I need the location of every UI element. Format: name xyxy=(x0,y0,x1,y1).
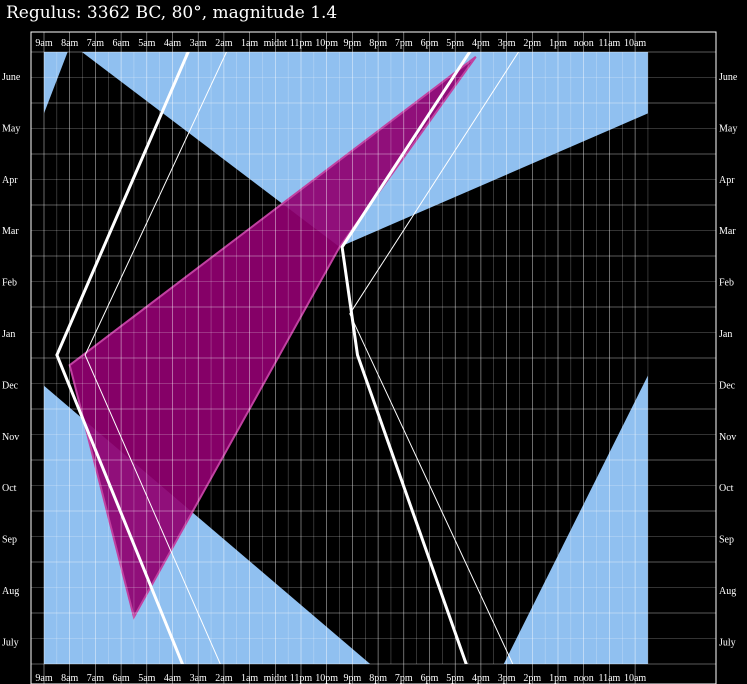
month-label-right: July xyxy=(719,637,736,648)
hour-label-bottom: midnt xyxy=(264,673,288,684)
hour-label-top: 6am xyxy=(112,38,129,49)
month-label-left: July xyxy=(2,637,19,648)
month-label-right: Jan xyxy=(719,329,732,340)
hour-label-top: midnt xyxy=(264,38,288,49)
hour-label-bottom: 9am xyxy=(35,673,52,684)
month-label-left: Jan xyxy=(2,329,15,340)
hour-label-top: 10pm xyxy=(315,38,338,49)
hour-label-top: 2pm xyxy=(523,38,541,49)
hour-label-bottom: 6am xyxy=(112,673,129,684)
hour-label-top: 4am xyxy=(164,38,181,49)
hour-label-bottom: 5am xyxy=(138,673,155,684)
hour-label-top: 7pm xyxy=(395,38,413,49)
hour-label-bottom: noon xyxy=(574,673,594,684)
hour-label-top: 4pm xyxy=(472,38,490,49)
hour-label-bottom: 2pm xyxy=(523,673,541,684)
month-labels-left: June May Apr Mar Feb Jan Dec Nov Oct Sep Aug July xyxy=(2,72,21,648)
month-label-left: Sep xyxy=(2,535,17,546)
hour-label-top: 8pm xyxy=(369,38,387,49)
hour-label-bottom: 1am xyxy=(241,673,258,684)
month-labels-right: June May Apr Mar Feb Jan Dec Nov Oct Sep Aug July xyxy=(719,72,738,648)
month-label-right: Oct xyxy=(719,483,734,494)
month-label-left: Dec xyxy=(2,380,19,391)
month-label-left: Aug xyxy=(2,586,19,597)
month-label-right: Nov xyxy=(719,432,736,443)
hour-label-bottom: 7am xyxy=(87,673,104,684)
hour-label-bottom: 11pm xyxy=(290,673,313,684)
hour-label-top: 11pm xyxy=(290,38,313,49)
hour-label-bottom: 2am xyxy=(215,673,232,684)
hour-label-bottom: 3am xyxy=(190,673,207,684)
hour-label-bottom: 1pm xyxy=(549,673,567,684)
month-label-right: Dec xyxy=(719,380,736,391)
hour-label-top: 9pm xyxy=(344,38,362,49)
hour-labels-top: 9am 8am 7am 6am 5am 4am 3am 2am 1am midnt 11pm 10pm… xyxy=(35,38,646,49)
hour-label-top: 3pm xyxy=(498,38,516,49)
hour-label-top: noon xyxy=(574,38,594,49)
month-label-left: Feb xyxy=(2,278,17,289)
month-label-left: Apr xyxy=(2,175,18,186)
hour-label-bottom: 10pm xyxy=(315,673,338,684)
hour-label-bottom: 7pm xyxy=(395,673,413,684)
hour-labels-bottom: 9am 8am 7am 6am 5am 4am 3am 2am 1am midnt 11pm 10pm… xyxy=(35,673,646,684)
hour-label-top: 6pm xyxy=(421,38,439,49)
month-label-right: Aug xyxy=(719,586,736,597)
hour-label-top: 1am xyxy=(241,38,258,49)
month-label-right: May xyxy=(719,123,737,134)
hour-label-top: 5pm xyxy=(446,38,464,49)
hour-label-top: 9am xyxy=(35,38,52,49)
hour-label-top: 3am xyxy=(190,38,207,49)
hour-label-top: 8am xyxy=(61,38,78,49)
month-label-left: Nov xyxy=(2,432,19,443)
visibility-chart: 9am 8am 7am 6am 5am 4am 3am 2am 1am midnt 11pm 10pm… xyxy=(2,31,738,684)
hour-label-top: 11am xyxy=(598,38,620,49)
hour-label-bottom: 6pm xyxy=(421,673,439,684)
month-label-right: Feb xyxy=(719,278,734,289)
hour-label-bottom: 4pm xyxy=(472,673,490,684)
hour-label-bottom: 5pm xyxy=(446,673,464,684)
month-label-left: Mar xyxy=(2,226,19,237)
month-label-right: Sep xyxy=(719,535,734,546)
hour-label-top: 7am xyxy=(87,38,104,49)
month-label-left: May xyxy=(2,123,20,134)
hour-label-bottom: 10am xyxy=(624,673,646,684)
month-label-right: Mar xyxy=(719,226,736,237)
hour-label-top: 5am xyxy=(138,38,155,49)
hour-label-bottom: 3pm xyxy=(498,673,516,684)
month-label-left: June xyxy=(2,72,21,83)
hour-label-top: 10am xyxy=(624,38,646,49)
hour-label-bottom: 8am xyxy=(61,673,78,684)
month-label-right: June xyxy=(719,72,738,83)
hour-label-bottom: 4am xyxy=(164,673,181,684)
month-label-right: Apr xyxy=(719,175,735,186)
hour-label-top: 1pm xyxy=(549,38,567,49)
hour-label-bottom: 8pm xyxy=(369,673,387,684)
hour-label-top: 2am xyxy=(215,38,232,49)
hour-label-bottom: 9pm xyxy=(344,673,362,684)
hour-label-bottom: 11am xyxy=(598,673,620,684)
month-label-left: Oct xyxy=(2,483,17,494)
